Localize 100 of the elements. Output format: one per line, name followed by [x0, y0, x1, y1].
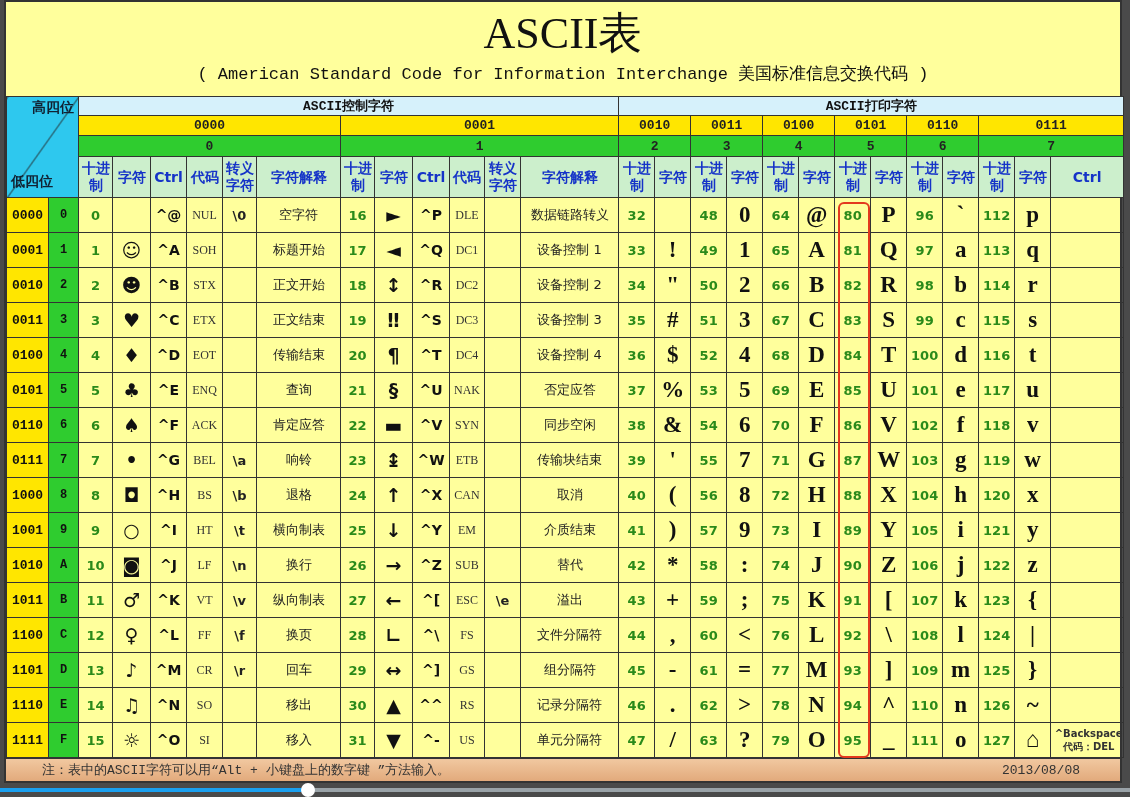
- table-cell: 59: [690, 582, 727, 618]
- table-cell: 60: [690, 617, 727, 653]
- column-header: Ctrl: [150, 156, 187, 198]
- table-cell: 0: [78, 197, 113, 233]
- table-cell: ?: [726, 722, 763, 758]
- table-cell: 查询: [256, 372, 341, 408]
- table-cell: ◄: [374, 232, 413, 268]
- table-cell: ☻: [112, 267, 151, 303]
- table-cell: ;: [726, 582, 763, 618]
- row-header: 0100: [6, 337, 49, 373]
- table-cell: SI: [186, 722, 223, 758]
- table-cell: Y: [870, 512, 907, 548]
- table-cell: ~: [1014, 687, 1051, 723]
- table-cell: 纵向制表: [256, 582, 341, 618]
- row-header: 0111: [6, 442, 49, 478]
- table-cell: 10: [78, 547, 113, 583]
- table-cell: §: [374, 372, 413, 408]
- table-cell: <: [726, 617, 763, 653]
- table-cell: SO: [186, 687, 223, 723]
- table-cell: 113: [978, 232, 1015, 268]
- table-cell: 74: [762, 547, 799, 583]
- table-cell: 58: [690, 547, 727, 583]
- section-header: ASCII打印字符: [618, 96, 1124, 116]
- table-cell: E: [798, 372, 835, 408]
- table-cell: q: [1014, 232, 1051, 268]
- table-cell: }: [1014, 652, 1051, 688]
- table-cell: 退格: [256, 477, 341, 513]
- table-cell: 4: [726, 337, 763, 373]
- table-cell: 19: [340, 302, 375, 338]
- column-header: Ctrl: [412, 156, 450, 198]
- table-cell: 92: [834, 617, 871, 653]
- table-cell: V: [870, 407, 907, 443]
- table-cell: ^X: [412, 477, 450, 513]
- table-cell: 77: [762, 652, 799, 688]
- table-cell: 5: [726, 372, 763, 408]
- table-cell: 11: [78, 582, 113, 618]
- table-cell: 27: [340, 582, 375, 618]
- table-cell: 72: [762, 477, 799, 513]
- table-cell: J: [798, 547, 835, 583]
- table-cell: 回车: [256, 652, 341, 688]
- table-cell: ¶: [374, 337, 413, 373]
- table-cell: 43: [618, 582, 655, 618]
- table-cell: `: [942, 197, 979, 233]
- table-cell: [: [870, 582, 907, 618]
- table-cell: 109: [906, 652, 943, 688]
- table-cell: 106: [906, 547, 943, 583]
- table-cell: 84: [834, 337, 871, 373]
- table-cell: 5: [78, 372, 113, 408]
- table-cell: 8: [726, 477, 763, 513]
- table-cell: CAN: [449, 477, 485, 513]
- table-cell: 110: [906, 687, 943, 723]
- table-cell: {: [1014, 582, 1051, 618]
- table-cell: 4: [78, 337, 113, 373]
- row-header: 1010: [6, 547, 49, 583]
- table-cell-text: ^Backspace: [1053, 727, 1123, 740]
- table-cell: U: [870, 372, 907, 408]
- section-header: ASCII控制字符: [78, 96, 619, 116]
- table-cell: 62: [690, 687, 727, 723]
- row-header: 1011: [6, 582, 49, 618]
- table-cell: ♠: [112, 407, 151, 443]
- table-cell: 30: [340, 687, 375, 723]
- progress-track[interactable]: [0, 788, 1130, 792]
- table-cell: 75: [762, 582, 799, 618]
- table-cell: DC1: [449, 232, 485, 268]
- column-group-header: 1: [340, 135, 619, 157]
- table-cell: ^[: [412, 582, 450, 618]
- table-cell: ^S: [412, 302, 450, 338]
- table-cell: a: [942, 232, 979, 268]
- table-cell: -: [654, 652, 691, 688]
- table-cell: K: [798, 582, 835, 618]
- table-cell: SOH: [186, 232, 223, 268]
- table-cell: y: [1014, 512, 1051, 548]
- table-cell: 80: [834, 197, 871, 233]
- table-cell: ^F: [150, 407, 187, 443]
- table-cell: RS: [449, 687, 485, 723]
- table-cell: 16: [340, 197, 375, 233]
- table-cell: ESC: [449, 582, 485, 618]
- table-cell: 69: [762, 372, 799, 408]
- table-cell: 29: [340, 652, 375, 688]
- table-cell: \: [870, 617, 907, 653]
- table-cell: \b: [222, 477, 257, 513]
- table-cell: 57: [690, 512, 727, 548]
- table-cell: 3: [726, 302, 763, 338]
- table-cell: D: [798, 337, 835, 373]
- table-cell: 65: [762, 232, 799, 268]
- date-label: 2013/08/08: [1002, 762, 1080, 778]
- table-cell: %: [654, 372, 691, 408]
- table-cell: ^]: [412, 652, 450, 688]
- table-cell: ^I: [150, 512, 187, 548]
- progress-handle[interactable]: [301, 783, 316, 797]
- table-cell: i: [942, 512, 979, 548]
- table-cell: 34: [618, 267, 655, 303]
- table-cell: ^Y: [412, 512, 450, 548]
- column-header: 十进制: [978, 156, 1015, 198]
- table-cell: 横向制表: [256, 512, 341, 548]
- table-cell: ∟: [374, 617, 413, 653]
- table-cell: EOT: [186, 337, 223, 373]
- column-header: 十进制: [690, 156, 727, 198]
- table-cell: SYN: [449, 407, 485, 443]
- table-cell: T: [870, 337, 907, 373]
